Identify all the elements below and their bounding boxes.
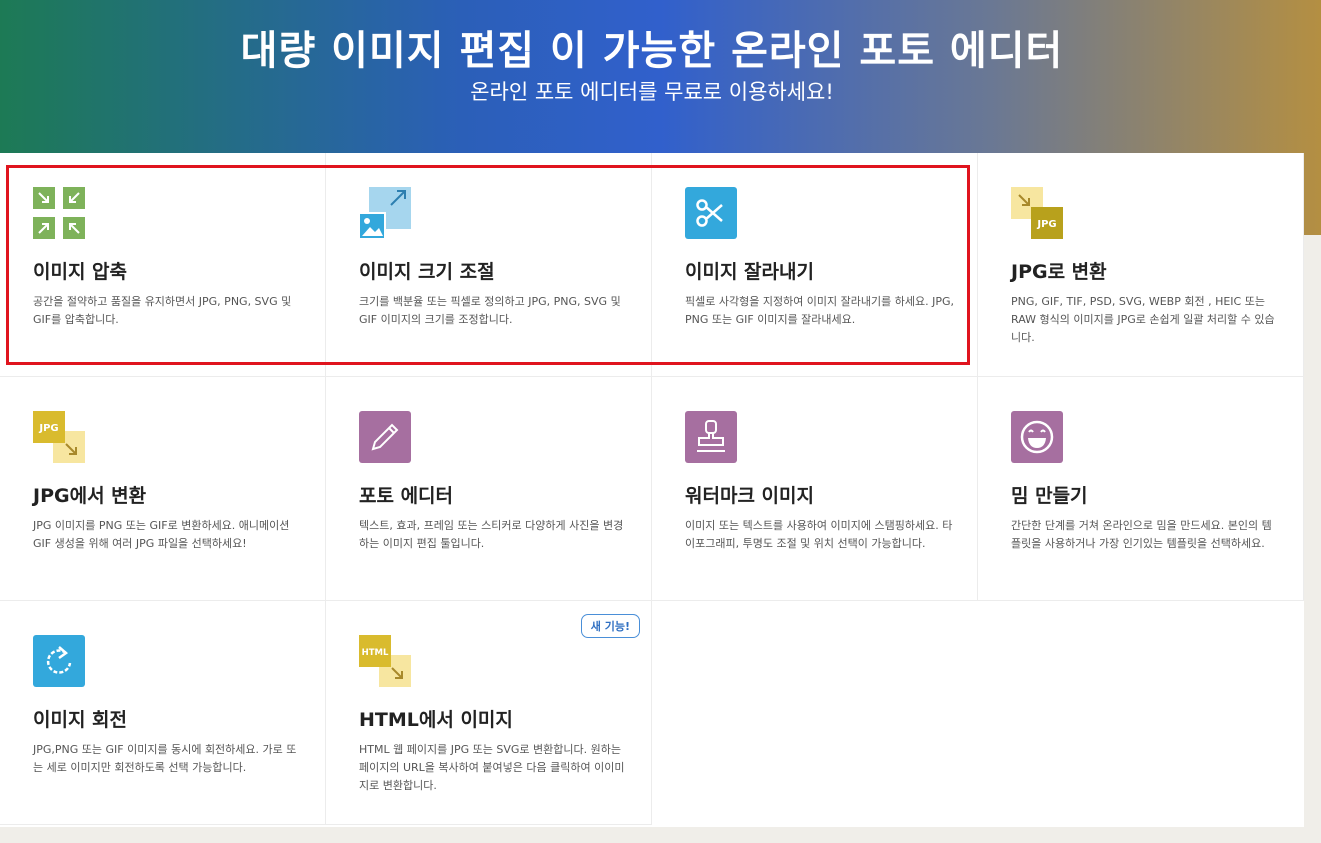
- tool-description: JPG,PNG 또는 GIF 이미지를 동시에 회전하세요. 가로 또는 세로 …: [33, 743, 297, 774]
- tool-title: 이미지 회전: [33, 709, 128, 731]
- tool-description: HTML 웹 페이지를 JPG 또는 SVG로 변환합니다. 원하는 페이지의 …: [359, 743, 625, 792]
- tool-title: HTML에서 이미지: [359, 709, 513, 731]
- tool-card-html-to-image[interactable]: 새 기능! HTML HTML에서 이미지 HTML 웹 페이지를 JPG 또는…: [326, 601, 652, 825]
- page-title: 대량 이미지 편집 이 가능한 온라인 포토 에디터: [240, 28, 1064, 74]
- pencil-icon: [359, 411, 411, 463]
- tool-title: 이미지 잘라내기: [685, 261, 814, 283]
- tool-title: JPG에서 변환: [33, 485, 147, 507]
- tool-description: JPG 이미지를 PNG 또는 GIF로 변환하세요. 애니메이션 GIF 생성…: [33, 519, 290, 550]
- jpg-label: JPG: [38, 423, 58, 434]
- laughing-face-icon: [1011, 411, 1063, 463]
- tool-title: 이미지 압축: [33, 261, 128, 283]
- page-subtitle: 온라인 포토 에디터를 무료로 이용하세요!: [470, 80, 834, 104]
- tool-card-watermark[interactable]: 워터마크 이미지 이미지 또는 텍스트를 사용하여 이미지에 스탬핑하세요. 타…: [652, 377, 978, 601]
- new-feature-badge: 새 기능!: [580, 614, 640, 638]
- tools-grid: 이미지 압축 공간을 절약하고 품질을 유지하면서 JPG, PNG, SVG …: [0, 153, 1304, 827]
- from-jpg-icon: JPG: [33, 411, 85, 463]
- html-to-image-icon: HTML: [359, 635, 411, 687]
- tool-title: JPG로 변환: [1011, 261, 1107, 283]
- tool-description: 간단한 단계를 거쳐 온라인으로 밈을 만드세요. 본인의 템플릿을 사용하거나…: [1011, 519, 1272, 550]
- rotate-icon: [33, 635, 85, 687]
- tool-card-crop[interactable]: 이미지 잘라내기 픽셀로 사각형을 지정하여 이미지 잘라내기를 하세요. JP…: [652, 153, 978, 377]
- tool-card-rotate[interactable]: 이미지 회전 JPG,PNG 또는 GIF 이미지를 동시에 회전하세요. 가로…: [0, 601, 326, 825]
- tool-card-from-jpg[interactable]: JPG JPG에서 변환 JPG 이미지를 PNG 또는 GIF로 변환하세요.…: [0, 377, 326, 601]
- tool-title: 이미지 크기 조절: [359, 261, 495, 283]
- tool-description: 이미지 또는 텍스트를 사용하여 이미지에 스탬핑하세요. 타이포그래피, 투명…: [685, 519, 953, 550]
- tool-description: 픽셀로 사각형을 지정하여 이미지 잘라내기를 하세요. JPG, PNG 또는…: [685, 295, 955, 326]
- tool-card-photo-editor[interactable]: 포토 에디터 텍스트, 효과, 프레임 또는 스티커로 다양하게 사진을 변경하…: [326, 377, 652, 601]
- scissors-icon: [685, 187, 737, 239]
- jpg-label: JPG: [1036, 219, 1056, 230]
- tool-title: 워터마크 이미지: [685, 485, 814, 507]
- tool-title: 포토 에디터: [359, 485, 454, 507]
- page-background-strip: [1304, 235, 1321, 843]
- tool-card-resize[interactable]: 이미지 크기 조절 크기를 백분율 또는 픽셀로 정의하고 JPG, PNG, …: [326, 153, 652, 377]
- html-label: HTML: [362, 648, 389, 658]
- to-jpg-icon: JPG: [1011, 187, 1063, 239]
- tool-card-meme[interactable]: 밈 만들기 간단한 단계를 거쳐 온라인으로 밈을 만드세요. 본인의 템플릿을…: [978, 377, 1304, 601]
- tool-card-compress[interactable]: 이미지 압축 공간을 절약하고 품질을 유지하면서 JPG, PNG, SVG …: [0, 153, 326, 377]
- tool-description: 공간을 절약하고 품질을 유지하면서 JPG, PNG, SVG 및 GIF를 …: [33, 295, 292, 326]
- compress-arrows-icon: [33, 187, 85, 239]
- resize-image-icon: [358, 187, 411, 240]
- tool-card-to-jpg[interactable]: JPG JPG로 변환 PNG, GIF, TIF, PSD, SVG, WEB…: [978, 153, 1304, 377]
- tool-description: 텍스트, 효과, 프레임 또는 스티커로 다양하게 사진을 변경하는 이미지 편…: [359, 519, 624, 550]
- tool-description: 크기를 백분율 또는 픽셀로 정의하고 JPG, PNG, SVG 및 GIF …: [359, 295, 621, 326]
- stamp-icon: [685, 411, 737, 463]
- tool-description: PNG, GIF, TIF, PSD, SVG, WEBP 회전 , HEIC …: [1011, 295, 1275, 344]
- tool-title: 밈 만들기: [1011, 485, 1088, 507]
